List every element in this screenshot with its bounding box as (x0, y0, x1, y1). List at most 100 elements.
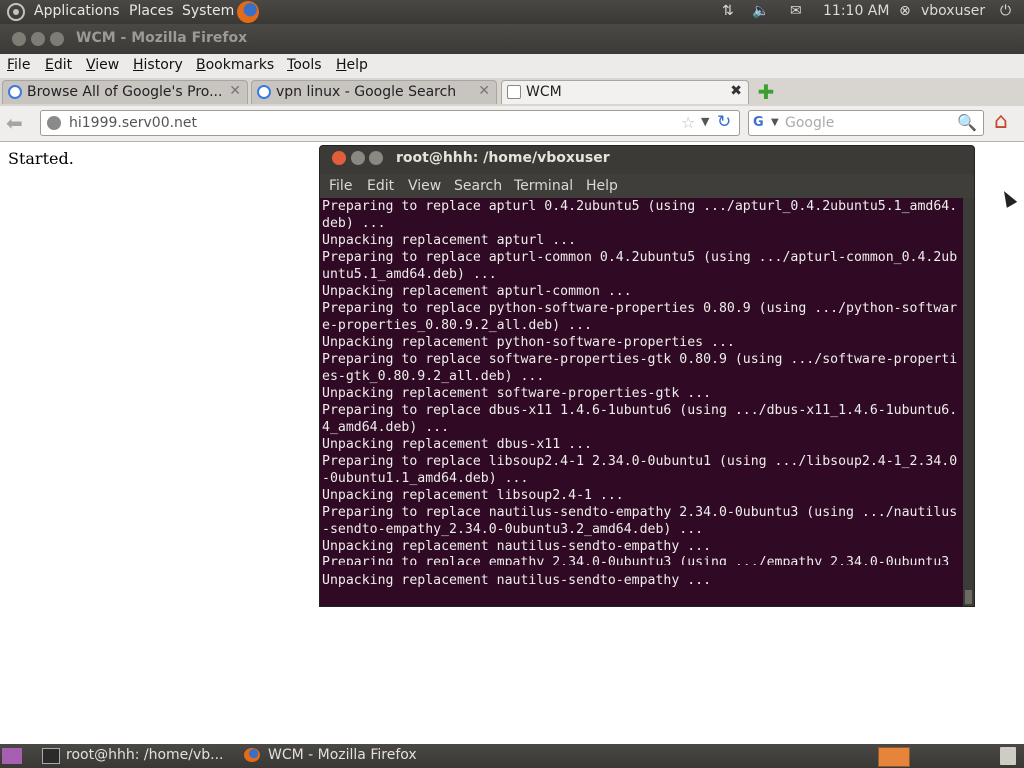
url-bar[interactable]: hi1999.serv00.net ☆ ▼ ↻ (40, 110, 740, 136)
mouse-cursor-icon (998, 188, 1018, 208)
menu-help[interactable]: Help (336, 57, 368, 73)
tab-wcm[interactable]: WCM ✖ (501, 80, 749, 104)
bookmark-star-icon[interactable]: ☆ (681, 113, 695, 132)
search-placeholder[interactable]: Google (785, 115, 834, 131)
trash-icon[interactable] (1000, 747, 1016, 765)
menu-bookmarks[interactable]: Bookmarks (196, 57, 274, 73)
user-name[interactable]: vboxuser (921, 3, 985, 19)
menu-edit[interactable]: Edit (45, 57, 72, 73)
top-panel: Applications Places System ⇅ 🔈 ✉ 11:10 A… (0, 0, 1024, 24)
terminal-line: es-gtk_0.80.9.2_all.deb) ... (322, 369, 545, 384)
window-title: WCM - Mozilla Firefox (76, 30, 248, 46)
navigation-toolbar: ⬅ hi1999.serv00.net ☆ ▼ ↻ G ▼ Google 🔍 ⌂ (0, 106, 1024, 142)
terminal-minimize-button[interactable] (351, 151, 365, 165)
terminal-line: Unpacking replacement python-software-pr… (322, 335, 735, 350)
terminal-line: Preparing to replace python-software-pro… (322, 301, 958, 316)
close-tab-icon[interactable]: ✕ (229, 83, 241, 99)
terminal-line: Preparing to replace apturl-common 0.4.2… (322, 250, 958, 265)
terminal-line: untu5.1_amd64.deb) ... (322, 267, 497, 282)
terminal-output[interactable]: Preparing to replace apturl 0.4.2ubuntu5… (320, 198, 963, 606)
terminal-menu-view[interactable]: View (408, 178, 441, 194)
terminal-line: Unpacking replacement dbus-x11 ... (322, 437, 592, 452)
places-menu[interactable]: Places (129, 3, 174, 19)
firefox-icon (244, 748, 260, 762)
applications-menu[interactable]: Applications (34, 3, 120, 19)
terminal-menu-search[interactable]: Search (454, 178, 502, 194)
user-status-icon[interactable]: ⊗ (899, 3, 911, 19)
maximize-window-button[interactable] (50, 32, 64, 46)
scrollbar-thumb[interactable] (965, 590, 972, 604)
firefox-launcher-icon[interactable] (237, 1, 259, 23)
menu-history[interactable]: History (133, 57, 183, 73)
url-text[interactable]: hi1999.serv00.net (69, 115, 197, 131)
terminal-line: Unpacking replacement apturl-common ... (322, 284, 632, 299)
ubuntu-logo-icon[interactable] (7, 3, 25, 21)
terminal-line: Preparing to replace nautilus-sendto-emp… (322, 505, 958, 520)
google-favicon-icon (8, 85, 22, 99)
terminal-menu-file[interactable]: File (329, 178, 352, 194)
power-icon[interactable]: ⏻ (1000, 3, 1011, 19)
close-window-button[interactable] (12, 32, 26, 46)
mail-icon[interactable]: ✉ (790, 3, 802, 19)
close-tab-icon[interactable]: ✖ (730, 83, 742, 99)
tab-label: WCM (526, 84, 562, 100)
menu-view[interactable]: View (86, 57, 119, 73)
google-favicon-icon (257, 85, 271, 99)
globe-icon (47, 116, 61, 130)
clock[interactable]: 11:10 AM (823, 3, 889, 19)
terminal-line: -0ubuntu1.1_amd64.deb) ... (322, 471, 529, 486)
taskbar-item-firefox[interactable]: WCM - Mozilla Firefox (240, 745, 460, 767)
show-desktop-icon[interactable] (2, 748, 22, 764)
terminal-line: Unpacking replacement libsoup2.4-1 ... (322, 488, 624, 503)
reload-icon[interactable]: ↻ (717, 112, 731, 132)
system-menu[interactable]: System (182, 3, 234, 19)
home-icon[interactable]: ⌂ (994, 111, 1018, 135)
terminal-scrollbar[interactable] (963, 198, 974, 606)
volume-muted-icon[interactable]: 🔈 (752, 3, 769, 19)
terminal-icon (42, 748, 60, 764)
terminal-title: root@hhh: /home/vboxuser (396, 150, 610, 166)
tab-label: vpn linux - Google Search (276, 84, 457, 100)
terminal-menubar: File Edit View Search Terminal Help (320, 174, 974, 198)
terminal-line: Preparing to replace libsoup2.4-1 2.34.0… (322, 454, 958, 469)
search-icon[interactable]: 🔍 (957, 113, 977, 132)
terminal-line: Preparing to replace dbus-x11 1.4.6-1ubu… (322, 403, 958, 418)
tab-vpn-search[interactable]: vpn linux - Google Search ✕ (251, 80, 497, 104)
terminal-window[interactable]: root@hhh: /home/vboxuser File Edit View … (319, 145, 975, 607)
terminal-maximize-button[interactable] (369, 151, 383, 165)
firefox-menubar: File Edit View History Bookmarks Tools H… (0, 54, 1024, 78)
terminal-menu-help[interactable]: Help (586, 178, 618, 194)
tab-label: Browse All of Google's Pro... (27, 84, 223, 100)
terminal-line: e-properties_0.80.9.2_all.deb) ... (322, 318, 592, 333)
back-arrow-icon[interactable]: ⬅ (6, 113, 30, 133)
google-engine-icon[interactable]: G (753, 115, 769, 131)
terminal-menu-edit[interactable]: Edit (367, 178, 394, 194)
terminal-line: -sendto-empathy_2.34.0-0ubuntu3.2_amd64.… (322, 522, 704, 537)
network-icon[interactable]: ⇅ (722, 3, 734, 19)
tab-bar: Browse All of Google's Pro... ✕ vpn linu… (0, 78, 1024, 106)
terminal-line: Unpacking replacement apturl ... (322, 233, 577, 248)
new-tab-icon[interactable]: ✚ (753, 82, 779, 104)
minimize-window-button[interactable] (31, 32, 45, 46)
terminal-line: deb) ... (322, 216, 386, 231)
workspace-switcher[interactable] (878, 747, 910, 767)
url-dropdown-icon[interactable]: ▼ (701, 115, 709, 128)
terminal-line: Unpacking replacement nautilus-sendto-em… (322, 573, 712, 588)
terminal-line: Unpacking replacement software-propertie… (322, 386, 712, 401)
terminal-close-button[interactable] (332, 151, 346, 165)
terminal-line-partial: Preparing to replace empathy 2.34.0-0ubu… (322, 555, 950, 565)
terminal-line: 4_amd64.deb) ... (322, 420, 450, 435)
bottom-panel: root@hhh: /home/vb... WCM - Mozilla Fire… (0, 744, 1024, 768)
tab-google-products[interactable]: Browse All of Google's Pro... ✕ (2, 80, 248, 104)
page-status-text: Started. (8, 149, 74, 168)
taskbar-item-terminal[interactable]: root@hhh: /home/vb... (38, 745, 234, 767)
terminal-menu-terminal[interactable]: Terminal (514, 178, 573, 194)
terminal-line: Preparing to replace software-properties… (322, 352, 958, 367)
search-bar[interactable]: G ▼ Google 🔍 (748, 110, 984, 136)
firefox-titlebar[interactable]: WCM - Mozilla Firefox (0, 24, 1024, 54)
menu-file[interactable]: File (7, 57, 30, 73)
terminal-line: Preparing to replace apturl 0.4.2ubuntu5… (322, 199, 958, 214)
engine-dropdown-icon[interactable]: ▼ (771, 117, 779, 128)
menu-tools[interactable]: Tools (287, 57, 322, 73)
close-tab-icon[interactable]: ✕ (478, 83, 490, 99)
